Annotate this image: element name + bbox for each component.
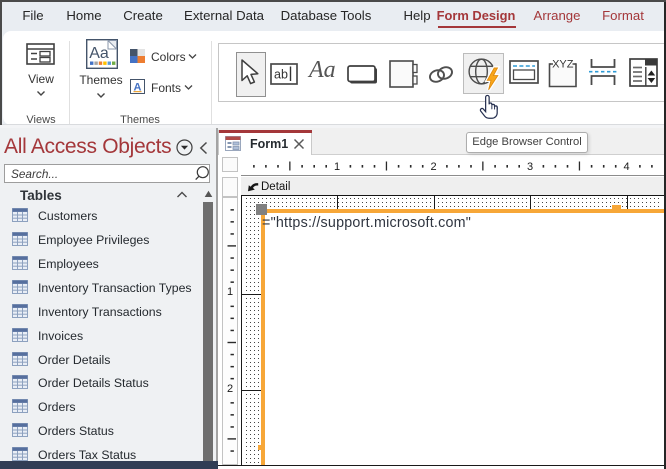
svg-text:Aa: Aa [89,45,109,62]
